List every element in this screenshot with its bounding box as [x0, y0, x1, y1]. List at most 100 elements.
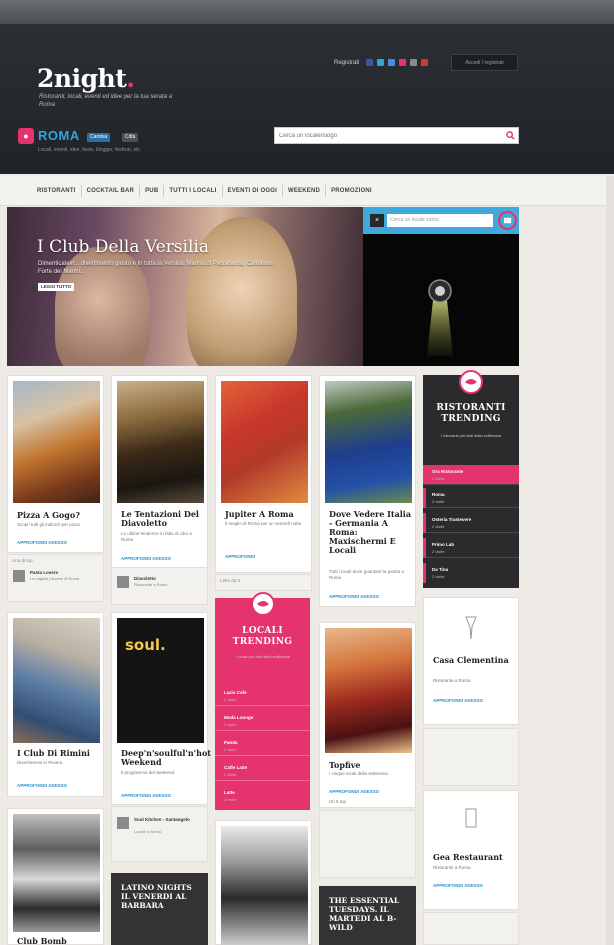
card-image: [221, 826, 308, 945]
trending-item[interactable]: Latte 2 visite: [215, 786, 310, 806]
trending-title: RISTORANTI TRENDING: [436, 403, 506, 424]
nav-weekend[interactable]: WEEKEND: [283, 185, 327, 197]
card-link[interactable]: APPROFONDI ADESSO: [433, 883, 483, 888]
card-link[interactable]: APPROFONDI ADESSO: [17, 540, 67, 545]
trending-item[interactable]: Roma 2 visite: [423, 488, 519, 508]
trending-item[interactable]: Panda 2 visite: [215, 736, 310, 756]
card-text: Il programma del weekend: [121, 770, 175, 775]
author-name[interactable]: Pasta Lovers: [30, 570, 58, 575]
article-card[interactable]: Dove Vedere Italia - Germania A Roma: Ma…: [319, 375, 416, 607]
search-input[interactable]: [279, 130, 499, 142]
search-bar: [274, 127, 519, 144]
card-image: [325, 628, 412, 753]
map-search-input[interactable]: Cerca un locale vicino: [387, 214, 493, 227]
trending-restaurants-panel: RISTORANTI TRENDING I ristoranti più vis…: [423, 370, 519, 588]
card-footer: Uno di top Pasta Lovers Le migliori pizz…: [7, 554, 104, 602]
article-card[interactable]: Jupiter A Roma Il meglio di Roma per un …: [215, 375, 312, 573]
trending-item[interactable]: Lazio Cafe 2 visite: [215, 686, 310, 706]
trending-item-count: 2 visite: [432, 549, 445, 554]
map-pin-icon[interactable]: [498, 211, 517, 230]
avatar[interactable]: [117, 576, 129, 588]
card-image: soul.: [117, 618, 204, 743]
article-card[interactable]: Pizza A Gogo? Scopri tutti gli indirizzi…: [7, 375, 104, 553]
site-logo[interactable]: 2night.: [37, 64, 135, 93]
card-link[interactable]: APPROFONDI ADESSO: [329, 789, 379, 794]
trending-item[interactable]: Osteria Trastevere 2 visite: [423, 513, 519, 533]
twitter-icon[interactable]: [377, 59, 385, 66]
change-city-button[interactable]: Cambia: [87, 133, 111, 142]
avatar[interactable]: [13, 570, 25, 582]
trending-item-name: Primo Lab: [432, 542, 455, 547]
facebook-icon[interactable]: [366, 59, 374, 66]
author-desc: Le migliori pizzerie di Roma: [30, 576, 80, 581]
close-icon[interactable]: ×: [370, 214, 384, 227]
register-button[interactable]: Accedi / registrati: [451, 54, 518, 71]
card-title: Topfive: [329, 760, 361, 770]
card-footer: Letto da 0: [215, 574, 312, 591]
article-card[interactable]: I Club Di Rimini Divertimento in Riviera…: [7, 612, 104, 797]
card-title: Le Tentazioni Del Diavoletto: [121, 509, 199, 528]
card-link[interactable]: APPROFONDI ADESSO: [121, 793, 171, 798]
card-link[interactable]: APPROFONDI ADESSO: [121, 556, 171, 561]
card-link[interactable]: APPROFONDI ADESSO: [17, 783, 67, 788]
trending-item-count: 2 visite: [224, 722, 237, 727]
article-card[interactable]: Club Bomb: [7, 808, 104, 945]
card-title: Dove Vedere Italia - Germania A Roma: Ma…: [329, 509, 412, 555]
card-link[interactable]: APPROFONDI: [225, 554, 255, 559]
promo-card[interactable]: LATINO NIGHTS IL VENERDI AL BARBARA: [111, 873, 208, 945]
city-tag[interactable]: Città: [122, 133, 139, 142]
nav-ristoranti[interactable]: RISTORANTI: [32, 185, 82, 197]
card-footer: [423, 912, 519, 945]
article-card[interactable]: Topfive I cinque locali della settimana …: [319, 622, 416, 808]
linkedin-icon[interactable]: [388, 59, 396, 66]
googleplus-icon[interactable]: [421, 59, 429, 66]
author-desc: Locale a Roma: [134, 829, 161, 834]
map-marker-icon[interactable]: [423, 278, 457, 358]
trending-item[interactable]: Caffe Latte 2 visite: [215, 761, 310, 781]
nav-tutti-i-locali[interactable]: TUTTI I LOCALI: [164, 185, 223, 197]
pinterest-icon[interactable]: [399, 59, 407, 66]
search-button[interactable]: [503, 129, 517, 142]
card-title: Casa Clementina: [433, 655, 509, 665]
nav-pub[interactable]: PUB: [140, 185, 165, 197]
restaurant-card[interactable]: Casa Clementina Ristorante a Roma APPROF…: [423, 597, 519, 725]
trending-item-count: 2 visite: [224, 747, 237, 752]
trending-item[interactable]: Primo Lab 2 visite: [423, 538, 519, 558]
card-text: Divertimento in Riviera: [17, 760, 63, 765]
card-text: Le ultime tendenze in fatto di cibo a Ro…: [121, 531, 192, 542]
trending-item-count: 2 visite: [432, 524, 445, 529]
trending-item-count: 2 visite: [224, 772, 237, 777]
author-desc: Ristorante a Roma: [134, 582, 168, 587]
card-link[interactable]: APPROFONDI ADESSO: [329, 594, 379, 599]
card-title: Deep'n'soulful'n'hot Weekend: [121, 748, 211, 767]
social-share: Registrati: [334, 59, 429, 66]
author-name[interactable]: Soul Kitchen - Santangelo: [134, 817, 204, 822]
nav-promozioni[interactable]: PROMOZIONI: [326, 185, 377, 197]
promo-card[interactable]: THE ESSENTIAL TUESDAYS. IL MARTEDI AL B-…: [319, 886, 416, 945]
trending-item[interactable]: Da Tina 2 visite: [423, 563, 519, 583]
search-icon: [505, 131, 515, 140]
soul-logo-graphic: soul.: [125, 636, 166, 654]
avatar[interactable]: [117, 817, 129, 829]
hero-read-more-button[interactable]: LEGGI TUTTO: [38, 283, 75, 291]
rss-icon[interactable]: [410, 59, 418, 66]
article-card[interactable]: [215, 820, 312, 945]
author-name[interactable]: Diavoletto: [134, 576, 156, 581]
article-card[interactable]: Le Tentazioni Del Diavoletto Le ultime t…: [111, 375, 208, 575]
hero-banner[interactable]: I Club Della Versilia Dimenticatevi... d…: [7, 207, 363, 366]
trending-item-name: Latte: [224, 790, 235, 795]
card-link[interactable]: APPROFONDI ADESSO: [433, 698, 483, 703]
scrollbar[interactable]: [606, 176, 614, 945]
hero-title: I Club Della Versilia: [37, 237, 209, 257]
promo-title: THE ESSENTIAL TUESDAYS. IL MARTEDI AL B-…: [329, 896, 400, 932]
trending-item[interactable]: Moda Lounge 2 visite: [215, 711, 310, 731]
trending-item-name: Lazio Cafe: [224, 690, 247, 695]
article-card[interactable]: soul. Deep'n'soulful'n'hot Weekend Il pr…: [111, 612, 211, 805]
trending-item-count: 2 visite: [432, 476, 445, 481]
nav-eventi-di-oggi[interactable]: EVENTI DI OGGI: [223, 185, 283, 197]
location-pin-icon: ●: [18, 128, 34, 144]
nav-cocktail-bar[interactable]: COCKTAIL BAR: [82, 185, 141, 197]
restaurant-card[interactable]: Gea Restaurant Ristorante a Roma APPROFO…: [423, 790, 519, 910]
trending-icon: [251, 592, 275, 616]
trending-item[interactable]: Ora Ristorante 2 visite: [423, 465, 519, 485]
